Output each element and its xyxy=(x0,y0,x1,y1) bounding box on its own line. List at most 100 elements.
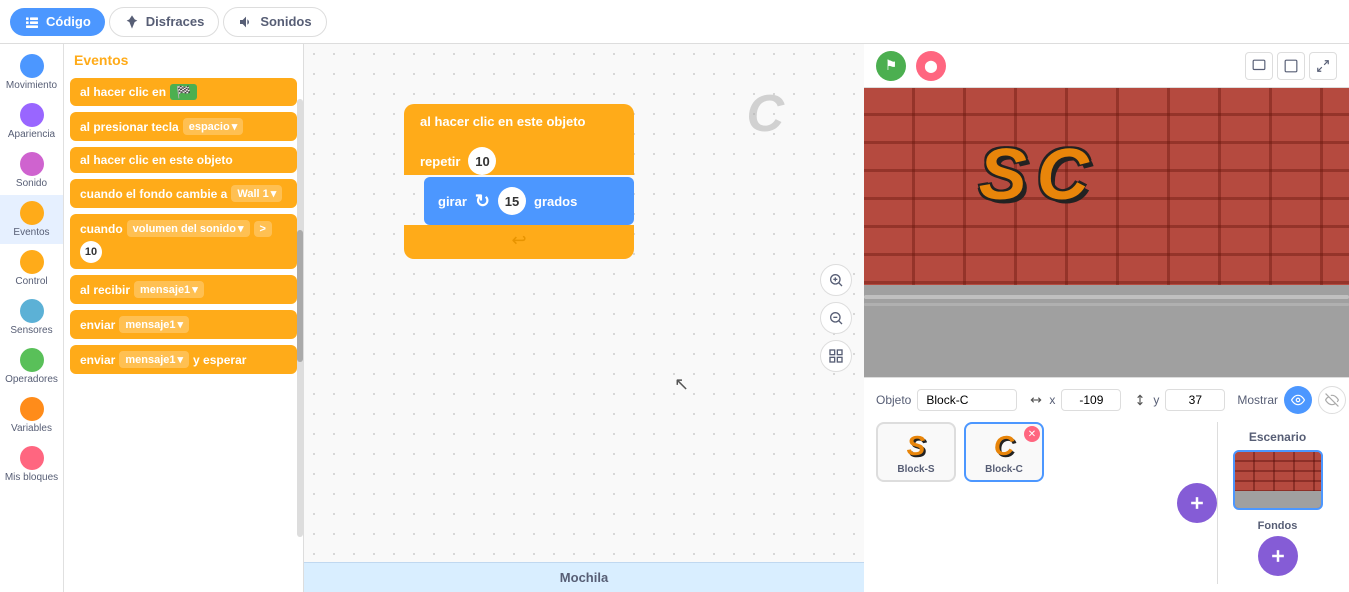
sprite-name-input[interactable] xyxy=(917,389,1017,411)
block-receive[interactable]: al recibir mensaje1 ▾ xyxy=(70,275,297,304)
block-flag-click[interactable]: al hacer clic en 🏁 xyxy=(70,78,297,106)
red-stop-button[interactable]: ⬤ xyxy=(916,51,946,81)
op-dropdown[interactable]: > xyxy=(254,221,272,237)
mochila-bar[interactable]: Mochila xyxy=(304,562,864,592)
x-label: x xyxy=(1049,393,1055,407)
sidebar-item-sonido[interactable]: Sonido xyxy=(0,146,63,195)
stage-letter-c: C xyxy=(1037,134,1089,216)
receive-dropdown[interactable]: mensaje1 ▾ xyxy=(134,281,204,298)
event-block-text: al hacer clic en este objeto xyxy=(420,114,585,129)
obj-props: Objeto x y Mostrar xyxy=(876,386,1337,414)
top-bar: Código Disfraces Sonidos xyxy=(0,0,1349,44)
red-stop-icon: ⬤ xyxy=(924,59,937,73)
x-arrows-icon xyxy=(1029,393,1043,407)
blocks-scrolltrack xyxy=(297,99,303,537)
sidebar-item-variables[interactable]: Variables xyxy=(0,391,63,440)
tab-disfraces-label: Disfraces xyxy=(146,14,205,29)
key-dropdown[interactable]: espacio ▾ xyxy=(183,118,244,135)
bottom-panel: Objeto x y Mostrar xyxy=(864,377,1349,592)
sprite-c-label: Block-C xyxy=(985,464,1023,475)
rotate-degrees-num[interactable]: 15 xyxy=(498,187,526,215)
sidebar-item-sensores[interactable]: Sensores xyxy=(0,293,63,342)
zoom-in-button[interactable] xyxy=(820,264,852,296)
escenario-thumb[interactable] xyxy=(1233,450,1323,510)
sonido-label: Sonido xyxy=(16,178,47,189)
volume-dropdown[interactable]: volumen del sonido ▾ xyxy=(127,220,250,237)
rotate-block[interactable]: girar ↻ 15 grados xyxy=(424,177,634,225)
blocks-panel: Eventos al hacer clic en 🏁 al presionar … xyxy=(64,44,304,592)
x-input[interactable] xyxy=(1061,389,1121,411)
show-eye-button[interactable] xyxy=(1284,386,1312,414)
tab-sonidos[interactable]: Sonidos xyxy=(223,7,326,37)
small-stage-button[interactable] xyxy=(1245,52,1273,80)
stage-area: ⚑ ⬤ xyxy=(864,44,1349,592)
control-label: Control xyxy=(15,276,47,287)
brick-pattern xyxy=(864,88,1349,285)
repeat-block[interactable]: repetir 10 xyxy=(404,139,634,175)
broadcast-wait-dropdown[interactable]: mensaje1 ▾ xyxy=(119,351,189,368)
operadores-dot xyxy=(20,348,44,372)
hide-eye-button[interactable] xyxy=(1318,386,1346,414)
blocks-scrollthumb[interactable] xyxy=(297,230,303,362)
tab-codigo[interactable]: Código xyxy=(10,8,105,36)
sidebar-item-eventos[interactable]: Eventos xyxy=(0,195,63,244)
operadores-label: Operadores xyxy=(5,374,58,385)
repeat-arrow-icon: ↩ xyxy=(511,230,526,251)
block-volume[interactable]: cuando volumen del sonido ▾ > 10 xyxy=(70,214,297,269)
eye-open-icon xyxy=(1291,393,1305,407)
block-key-press[interactable]: al presionar tecla espacio ▾ xyxy=(70,112,297,141)
grados-label: grados xyxy=(534,194,577,209)
block-broadcast[interactable]: enviar mensaje1 ▾ xyxy=(70,310,297,339)
add-backdrop-button[interactable] xyxy=(1258,536,1298,576)
sidebar-item-apariencia[interactable]: Apariencia xyxy=(0,97,63,146)
code-icon xyxy=(24,14,40,30)
sensores-dot xyxy=(20,299,44,323)
stage-letters: S C xyxy=(979,134,1089,216)
sprite-s-letter: S xyxy=(907,430,926,462)
escenario-thumb-wall xyxy=(1235,452,1321,491)
y-input[interactable] xyxy=(1165,389,1225,411)
sprite-c-delete-button[interactable]: ✕ xyxy=(1024,426,1040,442)
event-block[interactable]: al hacer clic en este objeto xyxy=(404,104,634,139)
sprites-scroll: S Block-S ✕ C Block-C xyxy=(876,422,1169,486)
brick-wall xyxy=(864,88,1349,285)
stage-canvas: S C xyxy=(864,88,1349,377)
repeat-end-block: ↩ xyxy=(404,225,634,259)
flag-symbol: 🏁 xyxy=(170,84,197,100)
sidebar-item-movimiento[interactable]: Movimiento xyxy=(0,48,63,97)
y-arrows-icon xyxy=(1133,393,1147,407)
add-sprite-button[interactable] xyxy=(1177,483,1217,523)
large-stage-button[interactable] xyxy=(1277,52,1305,80)
block-broadcast-wait[interactable]: enviar mensaje1 ▾ y esperar xyxy=(70,345,297,374)
sidebar-item-operadores[interactable]: Operadores xyxy=(0,342,63,391)
fullscreen-button[interactable] xyxy=(1309,52,1337,80)
large-stage-icon xyxy=(1284,59,1298,73)
volume-num: 10 xyxy=(80,241,102,263)
misbloques-label: Mis bloques xyxy=(5,472,58,483)
mostrar-group: Mostrar xyxy=(1237,386,1346,414)
escenario-panel: Escenario Fondos xyxy=(1217,422,1337,584)
zoom-out-button[interactable] xyxy=(820,302,852,334)
zoom-out-icon xyxy=(828,310,844,326)
fit-screen-button[interactable] xyxy=(820,340,852,372)
broadcast-dropdown[interactable]: mensaje1 ▾ xyxy=(119,316,189,333)
backdrop-dropdown[interactable]: Wall 1 ▾ xyxy=(231,185,282,202)
block-backdrop-change[interactable]: cuando el fondo cambie a Wall 1 ▾ xyxy=(70,179,297,208)
tab-disfraces[interactable]: Disfraces xyxy=(109,7,220,37)
stage-view-buttons xyxy=(1245,52,1337,80)
block-sprite-click[interactable]: al hacer clic en este objeto xyxy=(70,147,297,173)
sprite-thumb-block-c[interactable]: ✕ C Block-C xyxy=(964,422,1044,482)
sidebar-item-control[interactable]: Control xyxy=(0,244,63,293)
misbloques-dot xyxy=(20,446,44,470)
script-c-icon: C xyxy=(746,84,784,144)
repeat-num[interactable]: 10 xyxy=(468,147,496,175)
script-block-group: al hacer clic en este objeto repetir 10 … xyxy=(404,104,634,259)
ground-line-2 xyxy=(864,303,1349,306)
mochila-label: Mochila xyxy=(560,570,608,585)
green-flag-button[interactable]: ⚑ xyxy=(876,51,906,81)
script-area[interactable]: C al hacer clic en este objeto repetir 1… xyxy=(304,44,864,592)
tab-codigo-label: Código xyxy=(46,14,91,29)
sprite-thumb-block-s[interactable]: S Block-S xyxy=(876,422,956,482)
blocks-panel-title: Eventos xyxy=(70,52,297,68)
sidebar-item-misbloques[interactable]: Mis bloques xyxy=(0,440,63,489)
